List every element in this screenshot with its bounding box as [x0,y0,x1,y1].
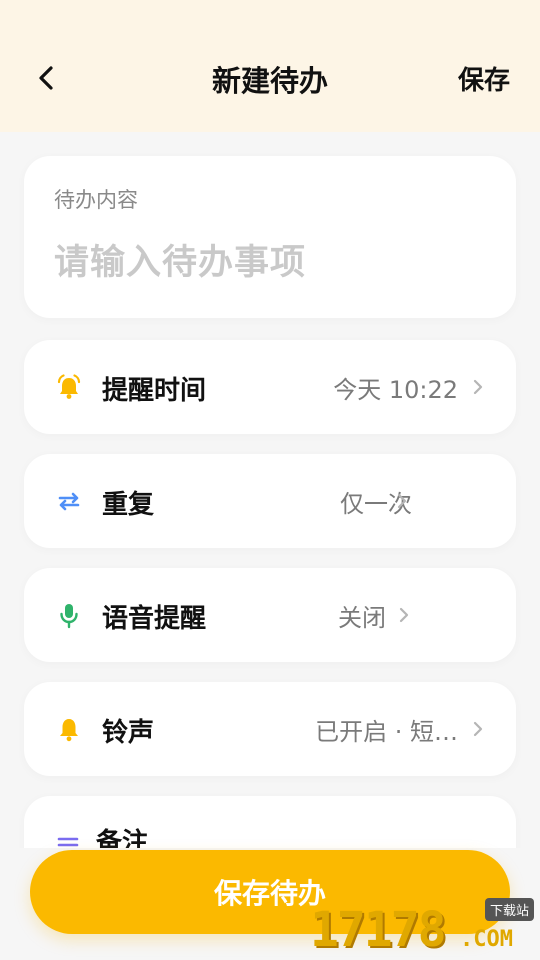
repeat-arrows-icon [54,486,84,516]
row-label: 铃声 [102,718,155,748]
form-content: 待办内容 请输入待办事项 提醒时间 今天 10:22 重复 仅一次 语音提醒 关… [0,132,540,848]
row-value: 今天 10:22 [333,376,458,404]
chevron-right-icon [397,493,407,509]
microphone-icon [54,600,84,630]
watermark-number: 17178 [310,902,446,958]
chevron-right-icon [473,379,483,395]
row-value: 关闭 [338,604,386,632]
watermark-tag: 下载站 [484,898,534,921]
row-label: 提醒时间 [102,376,207,406]
row-notes[interactable]: 备注 [24,796,516,848]
row-label: 备注 [96,828,149,848]
row-label: 重复 [102,490,155,520]
row-repeat[interactable]: 重复 仅一次 [24,454,516,548]
todo-content-card[interactable]: 待办内容 请输入待办事项 [24,156,516,318]
alarm-bell-icon [54,372,84,402]
row-reminder-time[interactable]: 提醒时间 今天 10:22 [24,340,516,434]
notes-lines-icon [54,832,84,848]
site-watermark: 17178 .COM 下载站 [310,898,536,958]
bell-icon [54,714,84,744]
row-ringtone[interactable]: 铃声 已开启 · 短… [24,682,516,776]
chevron-right-icon [473,721,483,737]
chevron-right-icon [399,607,409,623]
top-bar: 新建待办 保存 [0,0,540,132]
row-voice-reminder[interactable]: 语音提醒 关闭 [24,568,516,662]
row-value: 已开启 · 短… [315,718,458,746]
save-button[interactable]: 保存 [458,60,510,97]
todo-content-label: 待办内容 [54,188,138,212]
row-label: 语音提醒 [102,604,207,634]
watermark-suffix: .COM [460,927,513,952]
todo-content-input[interactable]: 请输入待办事项 [54,234,306,285]
